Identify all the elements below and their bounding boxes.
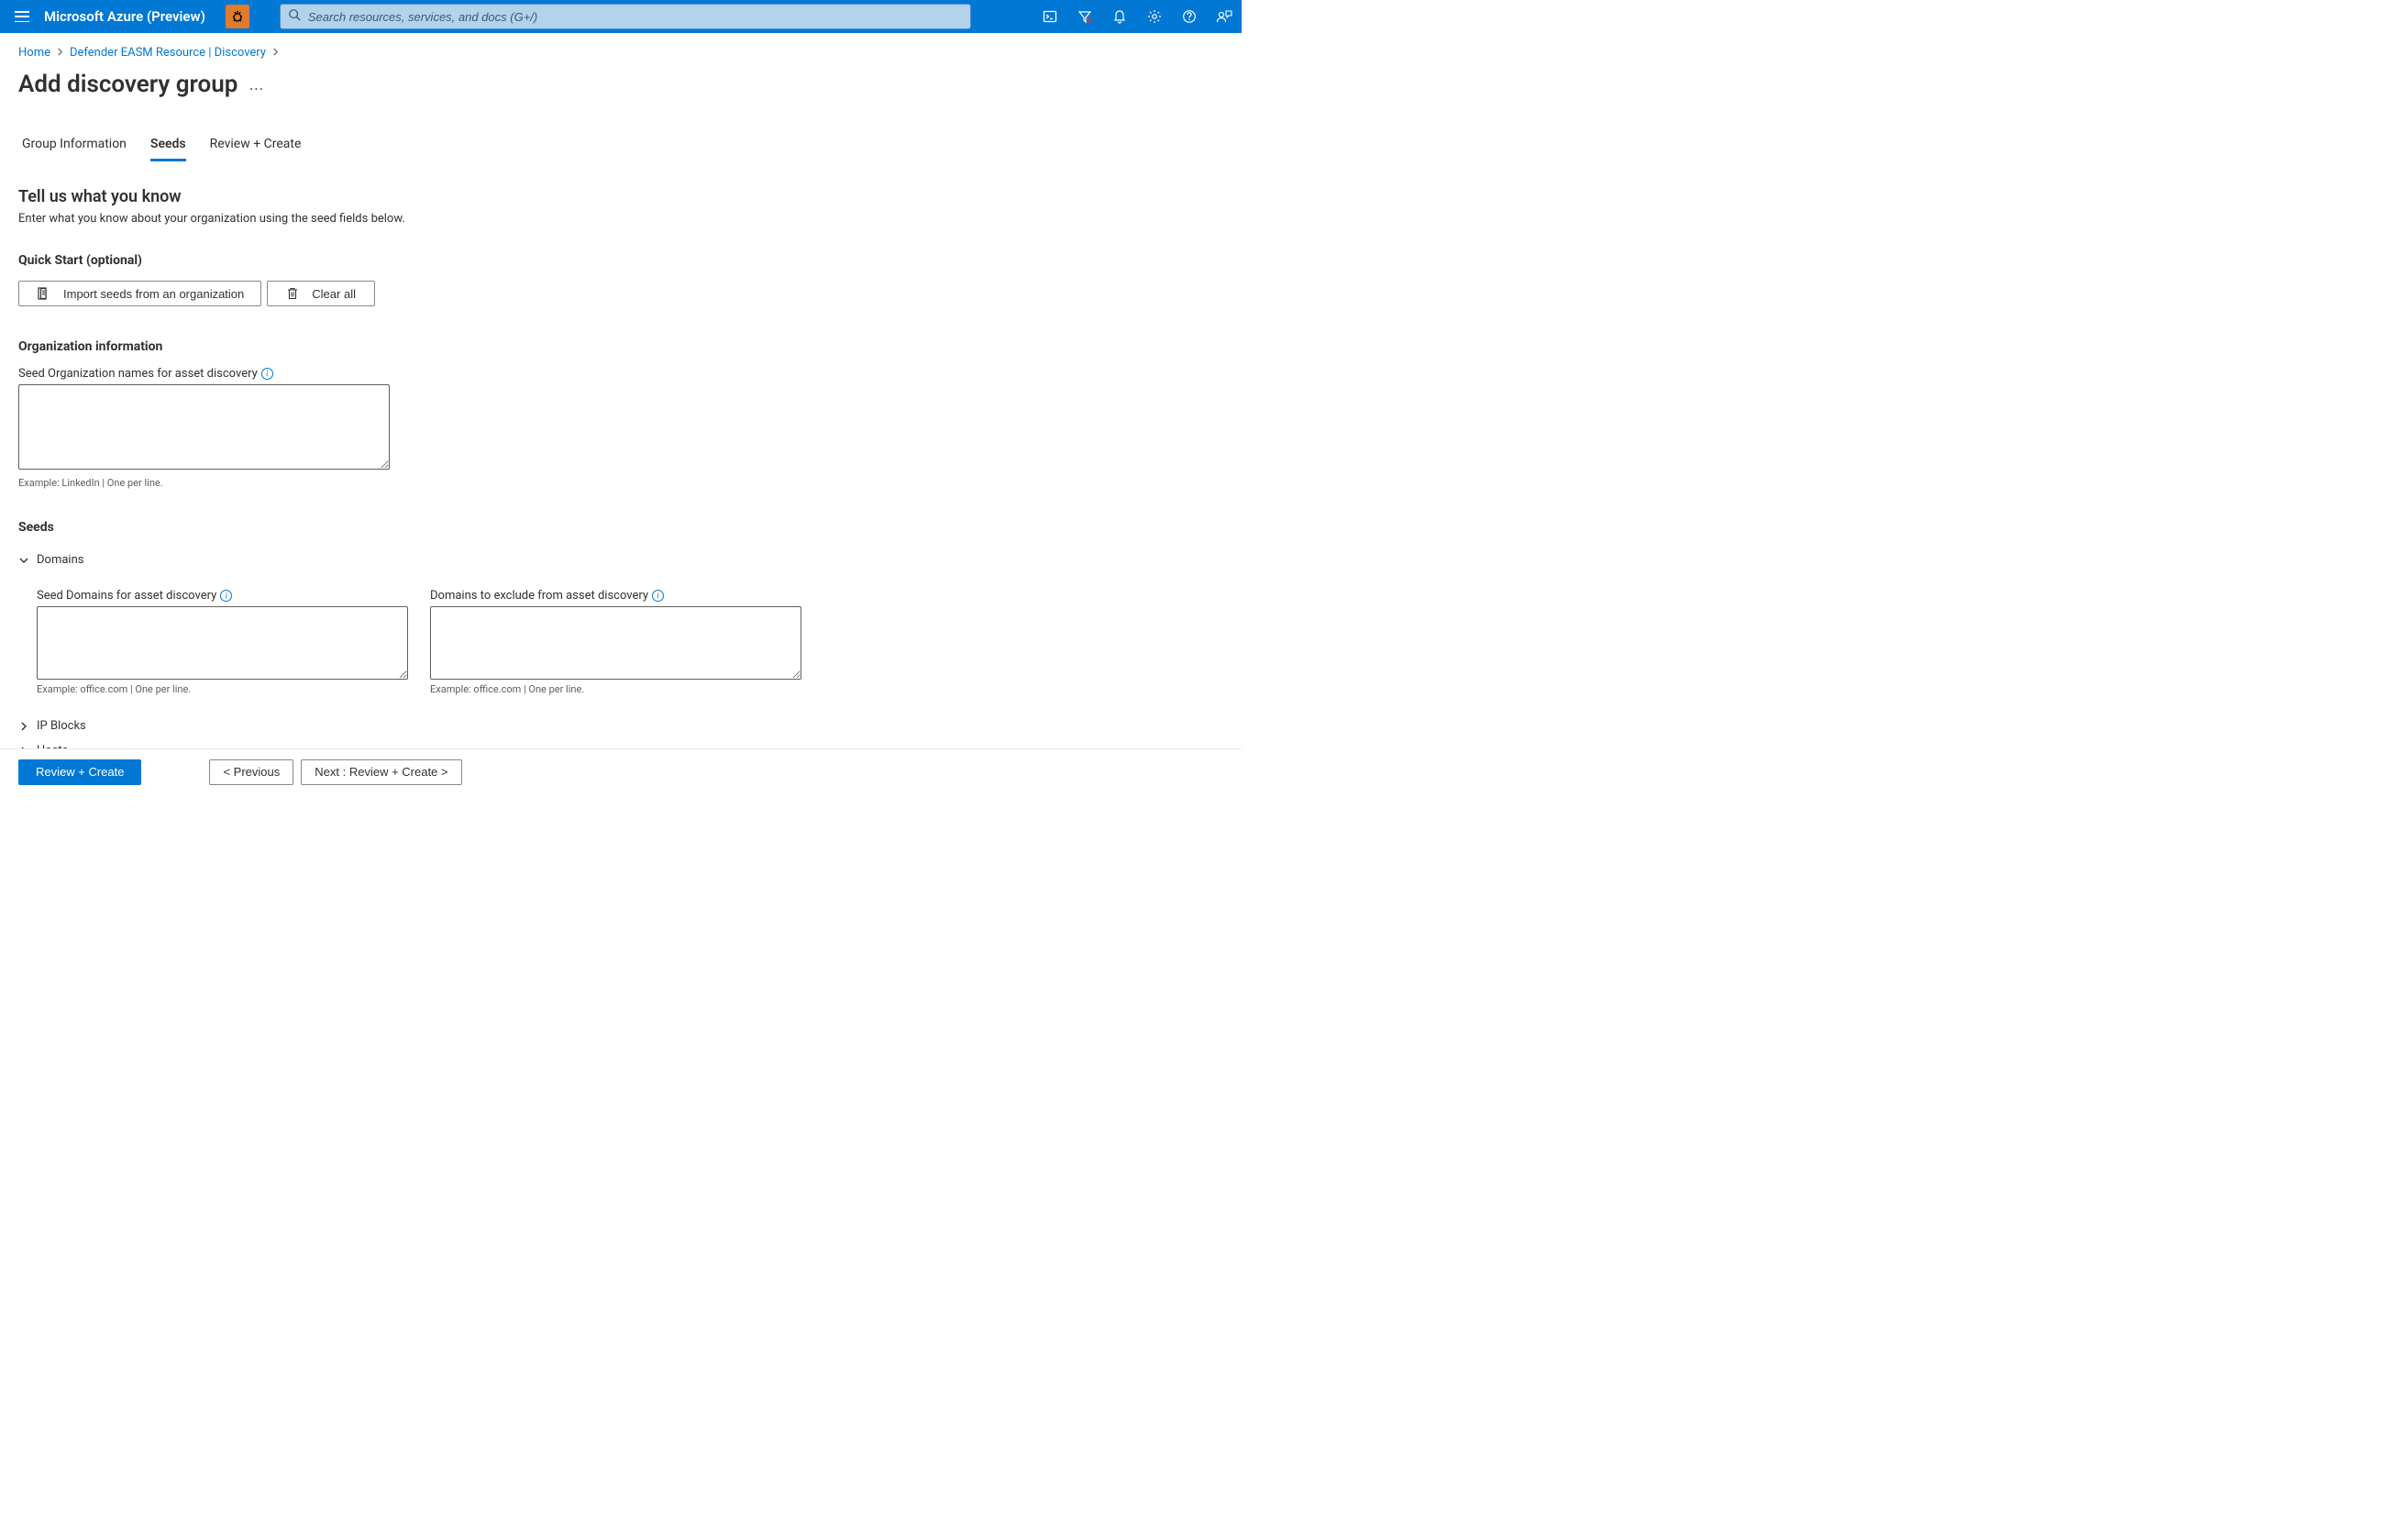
tab-seeds[interactable]: Seeds [150,137,186,161]
org-names-textarea[interactable] [18,384,390,470]
filter-icon [1077,9,1092,24]
feedback-button[interactable] [1207,0,1242,33]
seed-domains-textarea[interactable] [37,606,408,680]
help-button[interactable] [1172,0,1207,33]
topbar-icon-group [1033,0,1242,33]
hamburger-button[interactable] [0,0,44,33]
search-input[interactable] [281,5,970,28]
breadcrumb-discovery[interactable]: Defender EASM Resource | Discovery [70,46,266,60]
seeds-heading: Seeds [18,520,1223,535]
footer: Review + Create < Previous Next : Review… [0,748,1242,794]
topbar: Microsoft Azure (Preview) [0,0,1242,33]
org-names-label: Seed Organization names for asset discov… [18,367,258,381]
accordion-domains[interactable]: Domains [18,548,1223,572]
notifications-button[interactable] [1102,0,1137,33]
import-icon [36,286,50,301]
accordion-ip-blocks[interactable]: IP Blocks [18,714,1223,738]
domains-panel: Seed Domains for asset discovery i Examp… [18,572,1223,714]
cloud-shell-icon [1043,9,1057,24]
bug-icon [230,9,245,24]
exclude-domains-hint: Example: office.com | One per line. [430,683,801,695]
breadcrumb-home[interactable]: Home [18,46,50,60]
search-icon [288,8,301,25]
chevron-right-icon [18,721,29,732]
gear-icon [1147,9,1162,24]
page-title: Add discovery group [18,71,237,98]
next-button[interactable]: Next : Review + Create > [301,759,461,785]
breadcrumb: Home Defender EASM Resource | Discovery [18,46,1223,60]
clear-all-label: Clear all [312,287,356,301]
directory-switch-button[interactable] [1067,0,1102,33]
cloud-shell-button[interactable] [1033,0,1067,33]
accordion-domains-label: Domains [37,553,83,567]
import-seeds-label: Import seeds from an organization [63,287,244,301]
chevron-right-icon [56,46,64,60]
content: Tell us what you know Enter what you kno… [0,161,1242,836]
intro-sub: Enter what you know about your organizat… [18,212,1223,226]
info-icon[interactable]: i [220,590,232,602]
trash-icon [286,287,299,300]
seed-domains-label: Seed Domains for asset discovery [37,589,216,603]
exclude-domains-label: Domains to exclude from asset discovery [430,589,648,603]
person-feedback-icon [1216,9,1232,24]
org-info-heading: Organization information [18,339,1223,354]
more-actions-button[interactable]: ⋯ [249,72,264,97]
brand-label[interactable]: Microsoft Azure (Preview) [44,8,220,25]
page-head: Home Defender EASM Resource | Discovery … [0,33,1242,98]
intro-heading: Tell us what you know [18,187,1223,206]
preview-bug-badge[interactable] [226,5,249,28]
info-icon[interactable]: i [652,590,664,602]
settings-button[interactable] [1137,0,1172,33]
clear-all-button[interactable]: Clear all [267,281,375,306]
tabs: Group Information Seeds Review + Create [22,137,1242,161]
chevron-right-icon [271,46,280,60]
review-create-button[interactable]: Review + Create [18,759,141,785]
org-names-hint: Example: LinkedIn | One per line. [18,477,1223,489]
accordion-ip-blocks-label: IP Blocks [37,719,86,733]
help-icon [1182,9,1197,24]
exclude-domains-textarea[interactable] [430,606,801,680]
global-search [281,5,970,28]
seed-domains-hint: Example: office.com | One per line. [37,683,408,695]
chevron-down-icon [18,555,29,566]
hamburger-icon [15,11,29,22]
import-seeds-button[interactable]: Import seeds from an organization [18,281,261,306]
quick-start-heading: Quick Start (optional) [18,253,1223,268]
info-icon[interactable]: i [261,368,273,380]
tab-review-create[interactable]: Review + Create [210,137,302,161]
previous-button[interactable]: < Previous [209,759,293,785]
tab-group-information[interactable]: Group Information [22,137,127,161]
bell-icon [1112,9,1127,24]
